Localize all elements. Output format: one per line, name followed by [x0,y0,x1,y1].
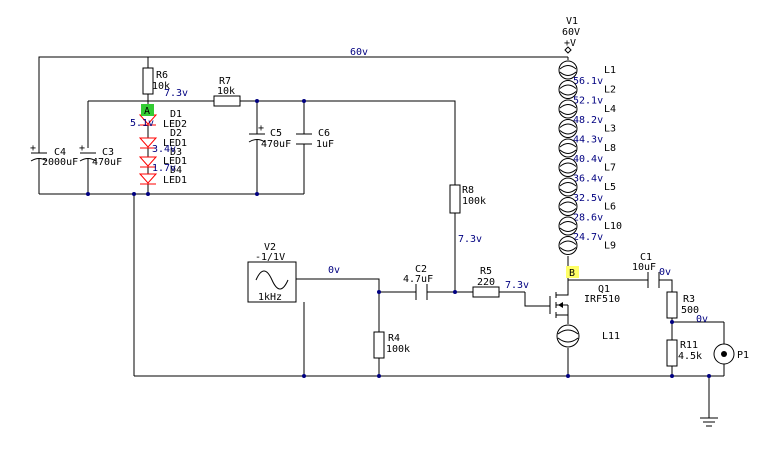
probe-marker-a[interactable]: A [141,104,154,117]
junction-dot [707,374,711,378]
p1-name: P1 [737,350,749,361]
lamp-label: L10 [604,221,622,232]
voltage-r8-node: 7.3v [458,234,482,245]
resistor-r5[interactable] [472,286,500,298]
c5-name: C5 [270,128,282,139]
lamp-node-voltage: 24.7v [573,232,603,243]
lamp-label: L8 [604,143,616,154]
lamp-label: L1 [604,65,616,76]
c2-value: 4.7uF [403,274,433,285]
r8-name: R8 [462,185,474,196]
probe-marker-b[interactable]: B [566,266,579,279]
v1-value: 60V [562,27,580,38]
r5-value: 220 [477,277,495,288]
voltage-d2-node: 3.4v [152,144,176,155]
v2-freq: 1kHz [258,292,282,303]
junction-dot [377,374,381,378]
lamp-label: L3 [604,124,616,135]
v2-value: -1/1V [255,252,285,263]
lamp-label: L9 [604,241,616,252]
lamp-node-voltage: 36.4v [573,173,603,184]
lamp-node-voltage: 32.5v [573,193,603,204]
svg-text:+: + [30,143,36,154]
probe-a-label: A [144,106,150,117]
d4-value: LED1 [163,175,187,186]
c6-name: C6 [318,128,330,139]
resistor-r7[interactable] [213,95,241,107]
junction-dot [146,192,150,196]
svg-text:+: + [258,123,264,134]
junction-dot [377,290,381,294]
v1-pin: +V [564,38,576,49]
lamp-node-voltage: 48.2v [573,115,603,126]
lamp-node-voltage: 56.1v [573,76,603,87]
r4-name: R4 [388,333,400,344]
l11-name: L11 [602,331,620,342]
c1-value: 10uF [632,262,656,273]
ground-symbol [700,417,718,427]
junction-dot [255,192,259,196]
lamp-node-voltage: 44.3v [573,134,603,145]
wire-gate [524,292,550,307]
voltage-d1-node: 5.1v [130,118,154,129]
lamp-label: L6 [604,202,616,213]
r8-value: 100k [462,196,486,207]
lamp-label: L7 [604,163,616,174]
wire-v2-out [296,278,380,292]
voltage-top-rail: 60v [350,47,368,58]
lamp-node-voltage: 28.6v [573,212,603,223]
c6-value: 1uF [316,139,334,150]
voltage-d3-node: 1.7v [152,163,176,174]
lamp-node-voltage: 52.1v [573,95,603,106]
c5-value: 470uF [261,139,291,150]
junction-dot [86,192,90,196]
voltage-v2-out: 0v [328,265,340,276]
c3-value: 470uF [92,157,122,168]
voltage-node-a: 7.3v [164,88,188,99]
lamp-node-voltage: 40.4v [573,154,603,165]
junction-dot [670,374,674,378]
capacitor-c2[interactable] [415,284,428,300]
voltage-c1-out: 0v [659,267,671,278]
junction-dot [302,99,306,103]
lamp-label: L5 [604,182,616,193]
junction-dot [302,374,306,378]
junction-dot [453,290,457,294]
junction-dot [132,192,136,196]
junction-dot [670,320,674,324]
c4-value: 2000uF [42,157,78,168]
capacitor-c1[interactable] [647,272,660,288]
r5-name: R5 [480,266,492,277]
voltage-r11-top: 0v [696,314,708,325]
resistor-r3[interactable] [666,291,678,319]
resistor-r4[interactable] [373,331,385,359]
lamp-label: L2 [604,85,616,96]
svg-text:+: + [79,143,85,154]
junction-dot [255,99,259,103]
probe-p1[interactable] [713,343,735,365]
resistor-r8[interactable] [449,184,461,214]
r11-value: 4.5k [678,351,702,362]
junction-dot [566,374,570,378]
led-d4[interactable] [138,173,158,185]
q1-value: IRF510 [584,294,620,305]
capacitor-c6[interactable] [296,133,312,145]
v1-name: V1 [566,16,578,27]
lamp-l11[interactable] [556,324,580,348]
voltage-r5-node: 7.3v [505,280,529,291]
mosfet-q1[interactable] [549,290,569,320]
lamp-label: L4 [604,104,616,115]
lamp-column: L156.1vL252.1vL448.2vL344.3vL840.4vL736.… [558,60,622,255]
r3-name: R3 [683,294,695,305]
resistor-r11[interactable] [666,339,678,367]
r4-value: 100k [386,344,410,355]
r6-name: R6 [156,70,168,81]
r7-value: 10k [217,86,235,97]
probe-b-label: B [569,268,575,279]
circuit-schematic: + + + L156.1vL252.1vL448.2vL344.3vL840.4… [30,16,749,427]
wire-c1-out [659,279,673,292]
r11-name: R11 [680,340,698,351]
